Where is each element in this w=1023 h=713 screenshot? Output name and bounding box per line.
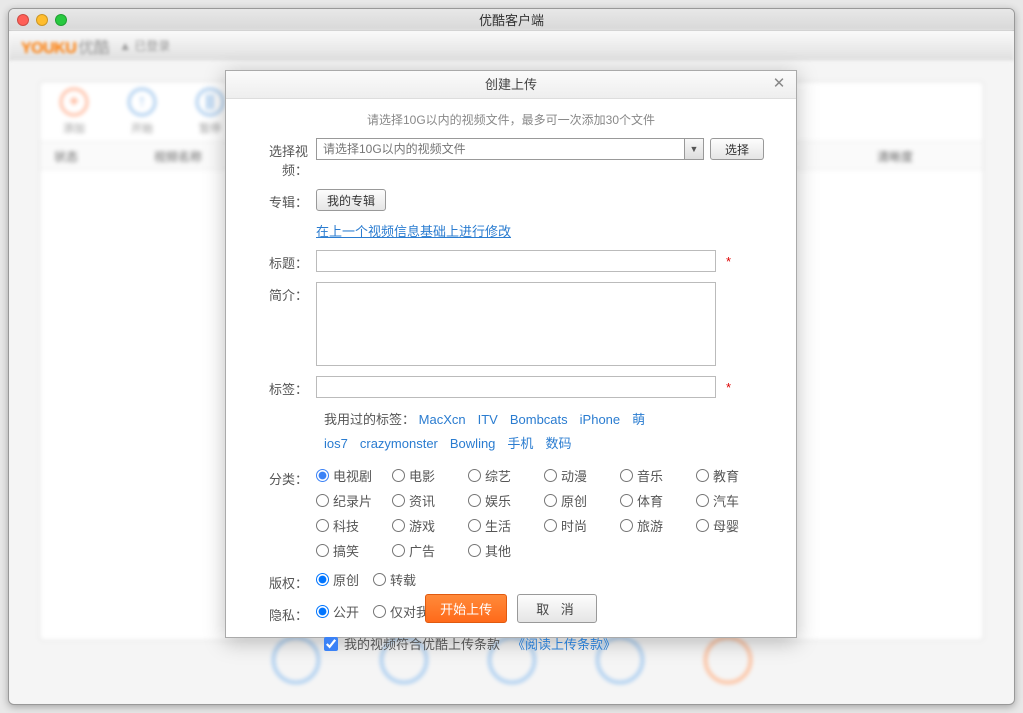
category-radio[interactable]: 原创: [544, 491, 620, 510]
category-radio[interactable]: 体育: [620, 491, 696, 510]
required-mark: *: [726, 380, 731, 395]
my-album-button[interactable]: 我的专辑: [316, 189, 386, 211]
copyright-radio[interactable]: 原创: [316, 570, 359, 589]
pause-button[interactable]: ||暂停: [196, 88, 224, 136]
agree-terms-row: 我的视频符合优酷上传条款 《阅读上传条款》: [324, 634, 776, 653]
label-album: 专辑：: [246, 189, 316, 211]
user-icon: ▲: [119, 39, 131, 53]
label-title: 标题：: [246, 250, 316, 272]
category-radio[interactable]: 搞笑: [316, 541, 392, 560]
category-radio[interactable]: 音乐: [620, 466, 696, 485]
used-tag[interactable]: 萌: [632, 412, 645, 427]
close-icon[interactable]: ✕: [770, 75, 788, 93]
titlebar: 优酷客户端: [9, 9, 1014, 31]
used-tag[interactable]: iPhone: [580, 412, 620, 427]
category-radio[interactable]: 资讯: [392, 491, 468, 510]
category-radio[interactable]: 广告: [392, 541, 468, 560]
category-radio[interactable]: 汽车: [696, 491, 772, 510]
add-button[interactable]: +添加: [60, 88, 88, 136]
login-status[interactable]: ▲ 已登录: [119, 37, 170, 54]
dialog-title: 创建上传 ✕: [226, 71, 796, 99]
used-tags-section: 我用过的标签： MacXcnITVBombcatsiPhone萌ios7craz…: [324, 408, 776, 456]
window-title: 优酷客户端: [9, 10, 1014, 29]
used-tag[interactable]: 数码: [545, 436, 571, 451]
used-tag[interactable]: ITV: [478, 412, 498, 427]
label-desc: 简介：: [246, 282, 316, 304]
col-clarity: 清晰度: [863, 142, 983, 169]
used-tag[interactable]: Bowling: [450, 436, 496, 451]
video-path-input[interactable]: [316, 138, 684, 160]
minimize-window-button[interactable]: [36, 14, 48, 26]
label-tags: 标签：: [246, 376, 316, 398]
agree-checkbox[interactable]: [324, 637, 338, 651]
category-radio[interactable]: 娱乐: [468, 491, 544, 510]
label-copyright: 版权：: [246, 570, 316, 592]
category-radio[interactable]: 电影: [392, 466, 468, 485]
logo: YOUKU优酷: [21, 34, 109, 58]
chevron-down-icon[interactable]: ▼: [684, 138, 704, 160]
category-radio[interactable]: 生活: [468, 516, 544, 535]
category-radio[interactable]: 纪录片: [316, 491, 392, 510]
category-radio[interactable]: 电视剧: [316, 466, 392, 485]
app-toolbar: YOUKU优酷 ▲ 已登录: [9, 31, 1014, 61]
col-status: 状态: [40, 142, 140, 169]
upload-dialog: 创建上传 ✕ 请选择10G以内的视频文件，最多可一次添加30个文件 选择视频： …: [225, 70, 797, 638]
copyright-radio[interactable]: 转载: [373, 570, 416, 589]
category-radio[interactable]: 旅游: [620, 516, 696, 535]
category-radio[interactable]: 教育: [696, 466, 772, 485]
cancel-button[interactable]: 取 消: [517, 594, 597, 623]
label-select-video: 选择视频：: [246, 138, 316, 179]
tags-input[interactable]: [316, 376, 716, 398]
zoom-window-button[interactable]: [55, 14, 67, 26]
description-textarea[interactable]: [316, 282, 716, 366]
close-window-button[interactable]: [17, 14, 29, 26]
dialog-hint: 请选择10G以内的视频文件，最多可一次添加30个文件: [246, 111, 776, 128]
label-category: 分类：: [246, 466, 316, 488]
used-tag[interactable]: Bombcats: [510, 412, 568, 427]
start-button[interactable]: ↑开始: [128, 88, 156, 136]
video-path-combo[interactable]: ▼: [316, 138, 704, 160]
category-radio[interactable]: 其他: [468, 541, 544, 560]
category-radio[interactable]: 动漫: [544, 466, 620, 485]
category-radio[interactable]: 科技: [316, 516, 392, 535]
title-input[interactable]: [316, 250, 716, 272]
start-upload-button[interactable]: 开始上传: [425, 594, 507, 623]
category-radio[interactable]: 游戏: [392, 516, 468, 535]
used-tag[interactable]: crazymonster: [360, 436, 438, 451]
traffic-lights: [9, 14, 67, 26]
used-tag[interactable]: ios7: [324, 436, 348, 451]
required-mark: *: [726, 254, 731, 269]
used-tag[interactable]: MacXcn: [419, 412, 466, 427]
category-radio[interactable]: 时尚: [544, 516, 620, 535]
category-radio[interactable]: 母婴: [696, 516, 772, 535]
category-radio[interactable]: 综艺: [468, 466, 544, 485]
choose-file-button[interactable]: 选择: [710, 138, 764, 160]
terms-link[interactable]: 《阅读上传条款》: [512, 634, 616, 653]
used-tag[interactable]: 手机: [507, 436, 533, 451]
edit-from-previous-link[interactable]: 在上一个视频信息基础上进行修改: [316, 221, 511, 240]
